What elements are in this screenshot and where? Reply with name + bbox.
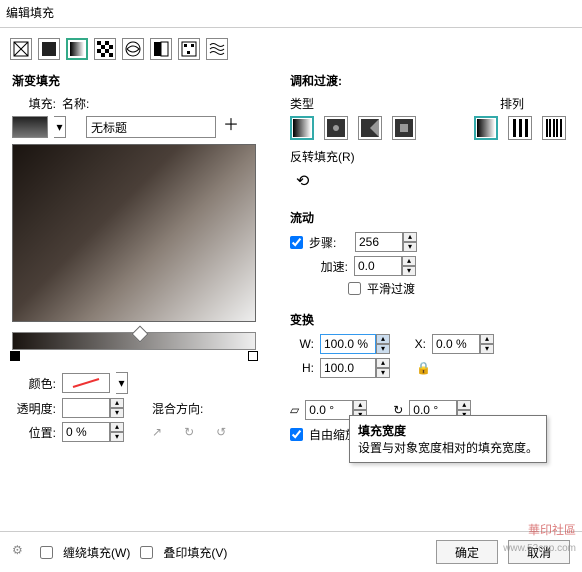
fill-type-toolbar [0, 34, 582, 70]
reverse-button[interactable]: ⟲ [296, 171, 570, 191]
w-label: W: [290, 337, 314, 351]
pattern-fill-icon[interactable] [94, 38, 116, 60]
position-label: 位置: [12, 424, 56, 441]
linear-type-icon[interactable] [290, 116, 314, 140]
window-title: 编辑填充 [0, 0, 582, 25]
slider-midpoint-handle[interactable] [132, 326, 149, 343]
tooltip-body: 设置与对象宽度相对的填充宽度。 [358, 441, 538, 455]
gradient-stop-start[interactable] [10, 351, 20, 361]
blend-ccw-icon[interactable]: ↺ [216, 425, 226, 439]
gear-icon[interactable]: ⚙ [12, 543, 30, 561]
gradient-preview[interactable] [12, 144, 256, 322]
lock-icon[interactable]: 🔒 [416, 361, 431, 375]
overprint-checkbox[interactable] [140, 546, 153, 559]
arrange-repeat-icon[interactable] [508, 116, 532, 140]
type-label: 类型 [290, 95, 314, 112]
gradient-fill-icon[interactable] [66, 38, 88, 60]
no-fill-icon[interactable] [10, 38, 32, 60]
blend-label: 混合方向: [152, 400, 203, 417]
fill-label: 填充: [12, 95, 56, 112]
opacity-label: 透明度: [12, 400, 56, 417]
tooltip: 填充宽度 设置与对象宽度相对的填充宽度。 [349, 415, 547, 463]
blend-cw-icon[interactable]: ↻ [184, 425, 194, 439]
width-spinner[interactable]: ▴▾ [320, 334, 390, 354]
wrap-fill-label: 缠绕填充(W) [63, 544, 130, 561]
transform-title: 变换 [290, 311, 570, 328]
name-input[interactable] [86, 116, 216, 138]
height-spinner[interactable]: ▴▾ [320, 358, 390, 378]
tooltip-title: 填充宽度 [358, 424, 406, 438]
arrange-mirror-icon[interactable] [542, 116, 566, 140]
square-type-icon[interactable] [392, 116, 416, 140]
opacity-spinner[interactable]: ▴▾ [62, 398, 124, 418]
arrange-label: 排列 [500, 95, 524, 112]
postscript-fill-icon[interactable] [206, 38, 228, 60]
fill-dropdown-icon[interactable]: ▾ [54, 116, 66, 138]
gradient-slider[interactable] [12, 332, 256, 350]
x-label: X: [396, 337, 426, 351]
steps-checkbox[interactable] [290, 236, 303, 249]
wrap-fill-checkbox[interactable] [40, 546, 53, 559]
accel-spinner[interactable]: ▴▾ [354, 256, 416, 276]
x-spinner[interactable]: ▴▾ [432, 334, 494, 354]
divider [0, 27, 582, 28]
color-label: 颜色: [12, 375, 56, 392]
skew-icon: ▱ [290, 403, 299, 417]
accel-label: 加速: [290, 258, 348, 275]
steps-label: 步骤: [309, 234, 349, 251]
steps-spinner[interactable]: ▴▾ [355, 232, 417, 252]
name-label: 名称: [62, 95, 272, 112]
fill-swatch[interactable] [12, 116, 48, 138]
smooth-checkbox[interactable] [348, 282, 361, 295]
radial-type-icon[interactable] [324, 116, 348, 140]
harmony-title: 调和过渡: [290, 72, 570, 89]
cancel-button[interactable]: 取消 [508, 540, 570, 564]
blend-line-icon[interactable]: ↗ [152, 425, 162, 439]
flow-title: 流动 [290, 209, 570, 226]
bitmap-fill-icon[interactable] [178, 38, 200, 60]
h-label: H: [290, 361, 314, 375]
two-color-icon[interactable] [150, 38, 172, 60]
color-swatch[interactable] [62, 373, 110, 393]
texture-fill-icon[interactable] [122, 38, 144, 60]
gradient-section-title: 渐变填充 [12, 72, 272, 89]
color-dropdown-icon[interactable]: ▾ [116, 372, 128, 394]
conical-type-icon[interactable] [358, 116, 382, 140]
gradient-stop-end[interactable] [248, 351, 258, 361]
solid-fill-icon[interactable] [38, 38, 60, 60]
smooth-label: 平滑过渡 [367, 280, 415, 297]
add-preset-icon[interactable]: ＋ [222, 118, 240, 136]
arrange-default-icon[interactable] [474, 116, 498, 140]
reverse-label: 反转填充(R) [290, 148, 570, 165]
ok-button[interactable]: 确定 [436, 540, 498, 564]
free-scale-checkbox[interactable] [290, 428, 303, 441]
position-spinner[interactable]: ▴▾ [62, 422, 124, 442]
overprint-label: 叠印填充(V) [163, 544, 227, 561]
